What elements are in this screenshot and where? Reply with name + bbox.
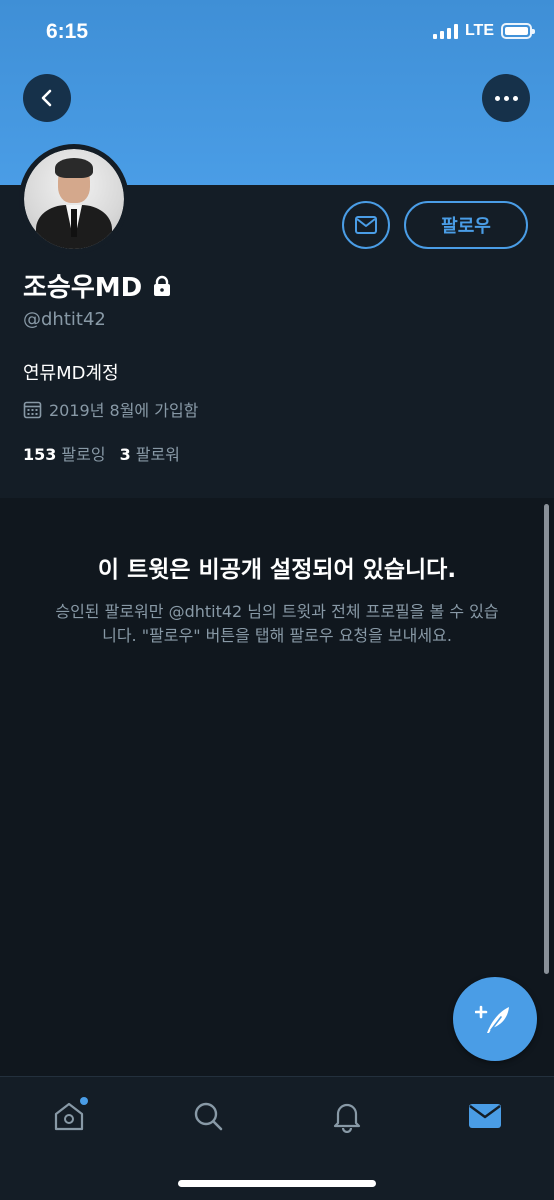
status-time: 6:15 — [46, 20, 89, 43]
avatar[interactable] — [19, 144, 129, 254]
envelope-icon — [469, 1104, 501, 1128]
following-stat[interactable]: 153 팔로잉 — [23, 441, 106, 465]
status-bar: 6:15 LTE — [0, 0, 554, 70]
tab-home[interactable] — [48, 1095, 90, 1137]
profile-name: 조승우MD — [23, 273, 143, 303]
search-icon — [194, 1102, 223, 1131]
follow-button[interactable]: 팔로우 — [404, 201, 528, 249]
tab-search[interactable] — [187, 1095, 229, 1137]
follow-stats: 153 팔로잉 3 팔로워 — [23, 441, 180, 465]
following-count: 153 — [23, 445, 57, 464]
scrollbar[interactable] — [544, 504, 549, 974]
network-label: LTE — [464, 22, 494, 39]
bell-icon — [333, 1103, 361, 1133]
followers-count: 3 — [119, 445, 131, 464]
battery-icon — [501, 23, 535, 39]
profile-name-row: 조승우MD — [23, 267, 172, 304]
message-button[interactable] — [342, 201, 390, 249]
joined-text: 2019년 8월에 가입함 — [49, 401, 199, 420]
back-button[interactable] — [23, 74, 71, 122]
tab-notifications[interactable] — [326, 1095, 368, 1137]
new-content-dot — [80, 1097, 88, 1105]
more-options-button[interactable] — [482, 74, 530, 122]
joined-date: 2019년 8월에 가입함 — [23, 397, 198, 421]
home-indicator — [178, 1180, 376, 1187]
calendar-icon — [23, 401, 42, 418]
chevron-left-icon — [41, 89, 52, 107]
followers-stat[interactable]: 3 팔로워 — [120, 441, 180, 465]
compose-tweet-button[interactable] — [453, 977, 537, 1061]
envelope-icon — [355, 216, 377, 234]
profile-handle: @dhtit42 — [23, 309, 106, 330]
profile-bio: 연뮤MD계정 — [23, 363, 119, 384]
protected-description: 승인된 팔로워만 @dhtit42 님의 트윗과 전체 프로필을 볼 수 있습니… — [55, 602, 499, 645]
avatar-image — [24, 149, 124, 249]
tab-messages[interactable] — [464, 1095, 506, 1137]
more-horizontal-icon — [494, 95, 518, 101]
compose-tweet-icon — [475, 1005, 509, 1033]
signal-icon — [432, 23, 458, 39]
lock-icon — [154, 275, 171, 296]
protected-title: 이 트윗은 비공개 설정되어 있습니다. — [97, 557, 457, 583]
status-indicators: LTE — [432, 22, 535, 40]
following-label: 팔로잉 — [61, 445, 106, 464]
followers-label: 팔로워 — [135, 445, 180, 464]
